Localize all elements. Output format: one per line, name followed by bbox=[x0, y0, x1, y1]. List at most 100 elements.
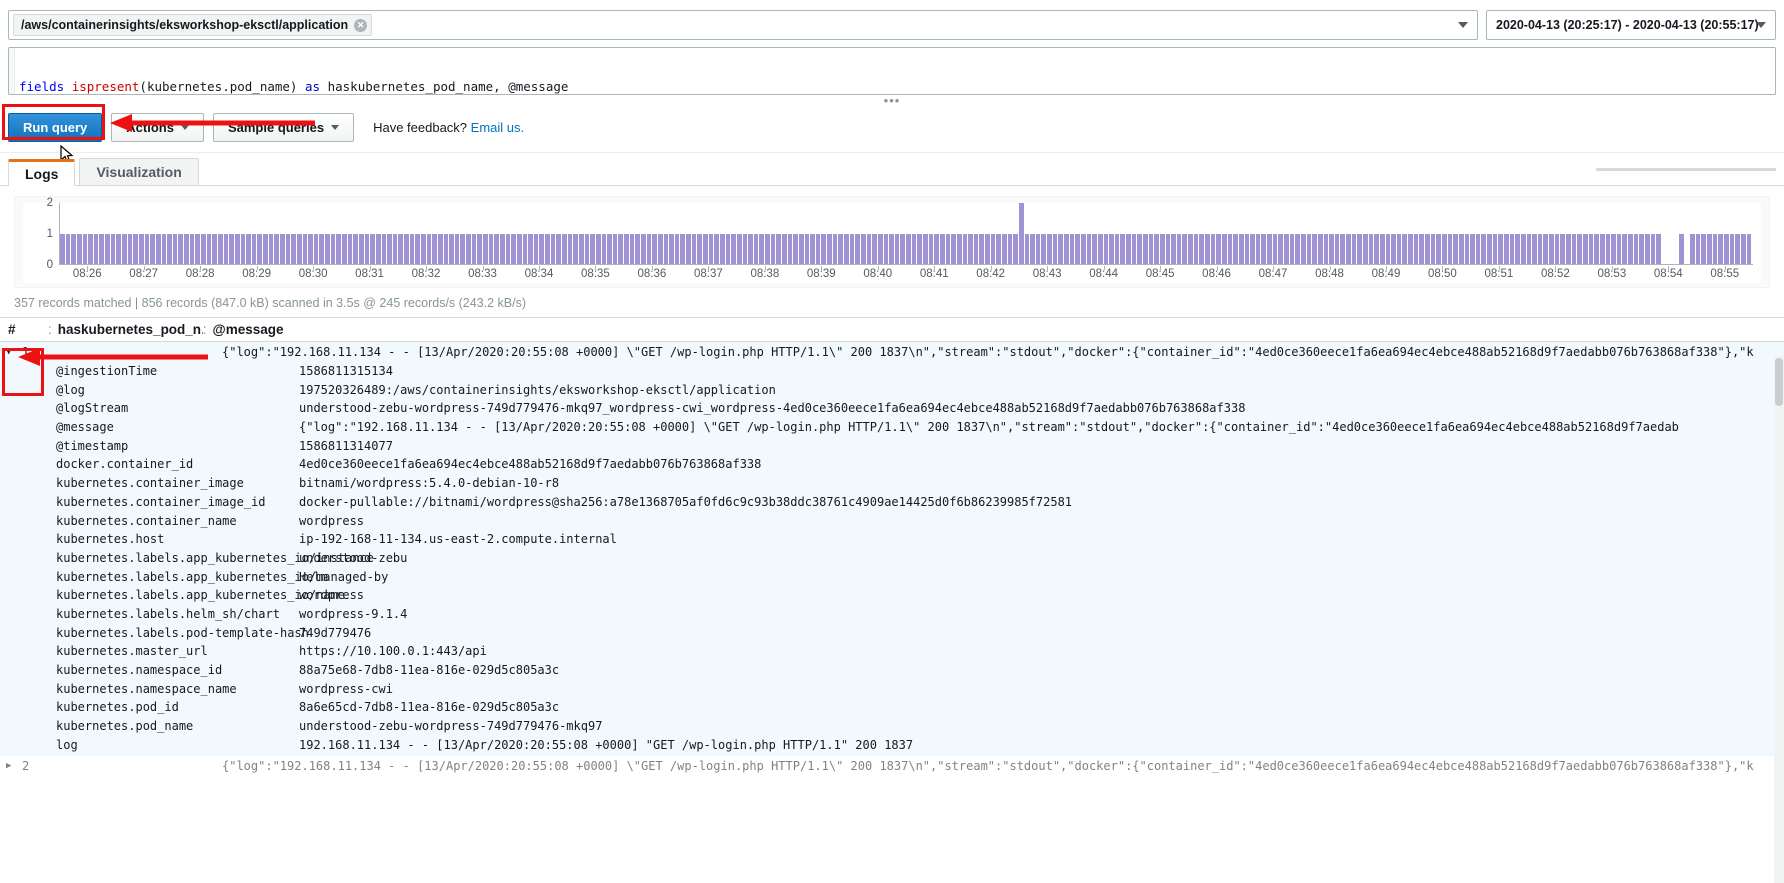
tab-visualization[interactable]: Visualization bbox=[79, 158, 199, 185]
histogram-bar bbox=[268, 233, 274, 264]
histogram-bar bbox=[1058, 233, 1064, 264]
histogram-bar bbox=[1052, 233, 1058, 264]
histogram-bar bbox=[985, 233, 990, 264]
histogram-bar bbox=[251, 233, 257, 264]
detail-field-name: kubernetes.labels.pod-template-hash bbox=[56, 625, 309, 640]
histogram-bar bbox=[1566, 233, 1571, 264]
detail-row: kubernetes.namespace_id 88a75e68-7db8-11e… bbox=[0, 661, 1784, 680]
triangle-right-icon[interactable]: ▶ bbox=[0, 756, 22, 776]
histogram-bar bbox=[1300, 233, 1306, 264]
x-tick-label: 08:50 bbox=[1428, 268, 1457, 280]
histogram-bar bbox=[708, 233, 714, 264]
histogram-bar bbox=[1272, 233, 1278, 264]
histogram-bar bbox=[1740, 233, 1746, 264]
histogram-bar bbox=[663, 233, 669, 264]
histogram-bar bbox=[319, 233, 325, 264]
histogram-bar bbox=[1622, 233, 1628, 264]
column-header-index: # bbox=[8, 322, 16, 337]
chevron-down-icon[interactable] bbox=[1458, 22, 1468, 28]
detail-row: @timestamp 1586811314077 bbox=[0, 437, 1784, 456]
detail-field-value: wordpress-cwi bbox=[299, 681, 393, 696]
histogram-bar bbox=[1718, 233, 1723, 264]
histogram-bar bbox=[449, 233, 454, 264]
histogram-bar bbox=[674, 233, 680, 264]
histogram-bar bbox=[432, 233, 437, 264]
histogram-bar bbox=[274, 233, 279, 264]
x-tick-label: 08:36 bbox=[637, 268, 667, 280]
run-query-button[interactable]: Run query bbox=[8, 113, 103, 142]
detail-row: kubernetes.host ip-192-168-11-134.us-east… bbox=[0, 530, 1784, 549]
histogram-bar bbox=[1430, 233, 1436, 264]
time-range-picker[interactable]: 2020-04-13 (20:25:17) - 2020-04-13 (20:5… bbox=[1486, 10, 1776, 40]
histogram-bar bbox=[657, 233, 663, 264]
x-tick-label: 08:53 bbox=[1597, 268, 1627, 280]
histogram-plot-area[interactable] bbox=[59, 203, 1753, 265]
detail-field-name: kubernetes.labels.app_kubernetes_io/name bbox=[56, 588, 345, 603]
email-us-link[interactable]: Email us. bbox=[471, 120, 524, 135]
table-row-next[interactable]: ▶ 2 {"log":"192.168.11.134 - - [13/Apr/2… bbox=[0, 756, 1784, 777]
histogram-bar bbox=[996, 233, 1001, 264]
histogram-bar bbox=[1103, 233, 1109, 264]
query-text[interactable]: fields ispresent(kubernetes.pod_name) as… bbox=[9, 48, 1775, 94]
tab-logs-label: Logs bbox=[25, 166, 59, 182]
histogram-bar bbox=[578, 233, 584, 264]
histogram-bar bbox=[1678, 233, 1684, 264]
histogram-bar bbox=[201, 233, 206, 264]
histogram-bar bbox=[387, 233, 392, 264]
log-group-select[interactable]: /aws/containerinsights/eksworkshop-eksct… bbox=[8, 10, 1478, 40]
table-row[interactable]: ▼ 1 {"log":"192.168.11.134 - - [13/Apr/2… bbox=[0, 342, 1784, 362]
detail-field-name: kubernetes.labels.app_kubernetes_io/mana… bbox=[56, 569, 389, 584]
query-line-1: fields ispresent(kubernetes.pod_name) as… bbox=[19, 80, 1775, 94]
scrollbar-thumb[interactable] bbox=[1775, 358, 1783, 406]
detail-field-value: 8a6e65cd-7db8-11ea-816e-029d5c805a3c bbox=[299, 700, 560, 715]
sample-queries-dropdown[interactable]: Sample queries bbox=[212, 113, 355, 142]
results-vertical-scrollbar[interactable] bbox=[1774, 356, 1784, 883]
histogram-bar bbox=[1233, 233, 1238, 264]
close-icon[interactable]: ✕ bbox=[354, 18, 368, 32]
histogram-bar bbox=[71, 233, 76, 264]
detail-field-name: @ingestionTime bbox=[56, 364, 158, 378]
histogram-bar bbox=[1504, 233, 1509, 264]
histogram-bar bbox=[1616, 233, 1622, 264]
tab-logs[interactable]: Logs bbox=[8, 159, 76, 186]
histogram-bar bbox=[1577, 233, 1582, 264]
histogram-bar bbox=[697, 233, 703, 264]
chevron-down-icon[interactable] bbox=[1756, 22, 1766, 28]
histogram-bar bbox=[1069, 233, 1075, 264]
histogram-bar bbox=[618, 233, 624, 264]
histogram-bar bbox=[398, 233, 404, 264]
histogram-bar bbox=[956, 233, 962, 264]
feedback-text: Have feedback? bbox=[373, 120, 468, 135]
histogram-bar bbox=[88, 233, 93, 264]
histogram-bar bbox=[1487, 233, 1492, 264]
histogram-bar bbox=[533, 233, 539, 264]
column-header-pod-name[interactable]: haskubernetes_pod_n… bbox=[58, 322, 203, 337]
histogram-bar bbox=[1047, 233, 1052, 264]
histogram-bar bbox=[234, 233, 240, 264]
feedback-block: Have feedback? Email us. bbox=[373, 120, 524, 135]
histogram-bar bbox=[556, 233, 562, 264]
results-histogram: 012 08:26 08:27 08:28 08:29 08:30 08:31 08:32 0… bbox=[14, 196, 1770, 288]
results-tabs: Logs Visualization bbox=[0, 153, 1784, 186]
editor-resize-handle[interactable]: ••• bbox=[0, 94, 1784, 109]
actions-dropdown[interactable]: Actions bbox=[111, 113, 204, 142]
triangle-down-icon[interactable]: ▼ bbox=[0, 342, 22, 362]
histogram-bar bbox=[923, 233, 928, 264]
results-table-header: # : haskubernetes_pod_n… : @message bbox=[0, 317, 1784, 342]
histogram-bar bbox=[1329, 233, 1334, 264]
histogram-bar bbox=[1250, 233, 1255, 264]
histogram-bar bbox=[336, 233, 342, 264]
detail-field-value: ip-192-168-11-134.us-east-2.compute.inte… bbox=[299, 532, 617, 547]
histogram-bar bbox=[1368, 233, 1374, 264]
x-tick-label: 08:37 bbox=[693, 268, 723, 280]
histogram-bar bbox=[240, 233, 246, 264]
detail-field-value: wordpress bbox=[299, 588, 365, 603]
editor-horizontal-scrollbar[interactable] bbox=[1596, 168, 1776, 171]
query-editor[interactable]: fields ispresent(kubernetes.pod_name) as… bbox=[8, 47, 1776, 95]
histogram-bar bbox=[1526, 233, 1532, 264]
histogram-bar bbox=[1447, 233, 1453, 264]
x-tick-label: 08:54 bbox=[1653, 268, 1683, 280]
histogram-bar bbox=[1509, 233, 1515, 264]
column-header-message[interactable]: @message bbox=[213, 322, 1784, 337]
histogram-bar bbox=[477, 233, 483, 264]
